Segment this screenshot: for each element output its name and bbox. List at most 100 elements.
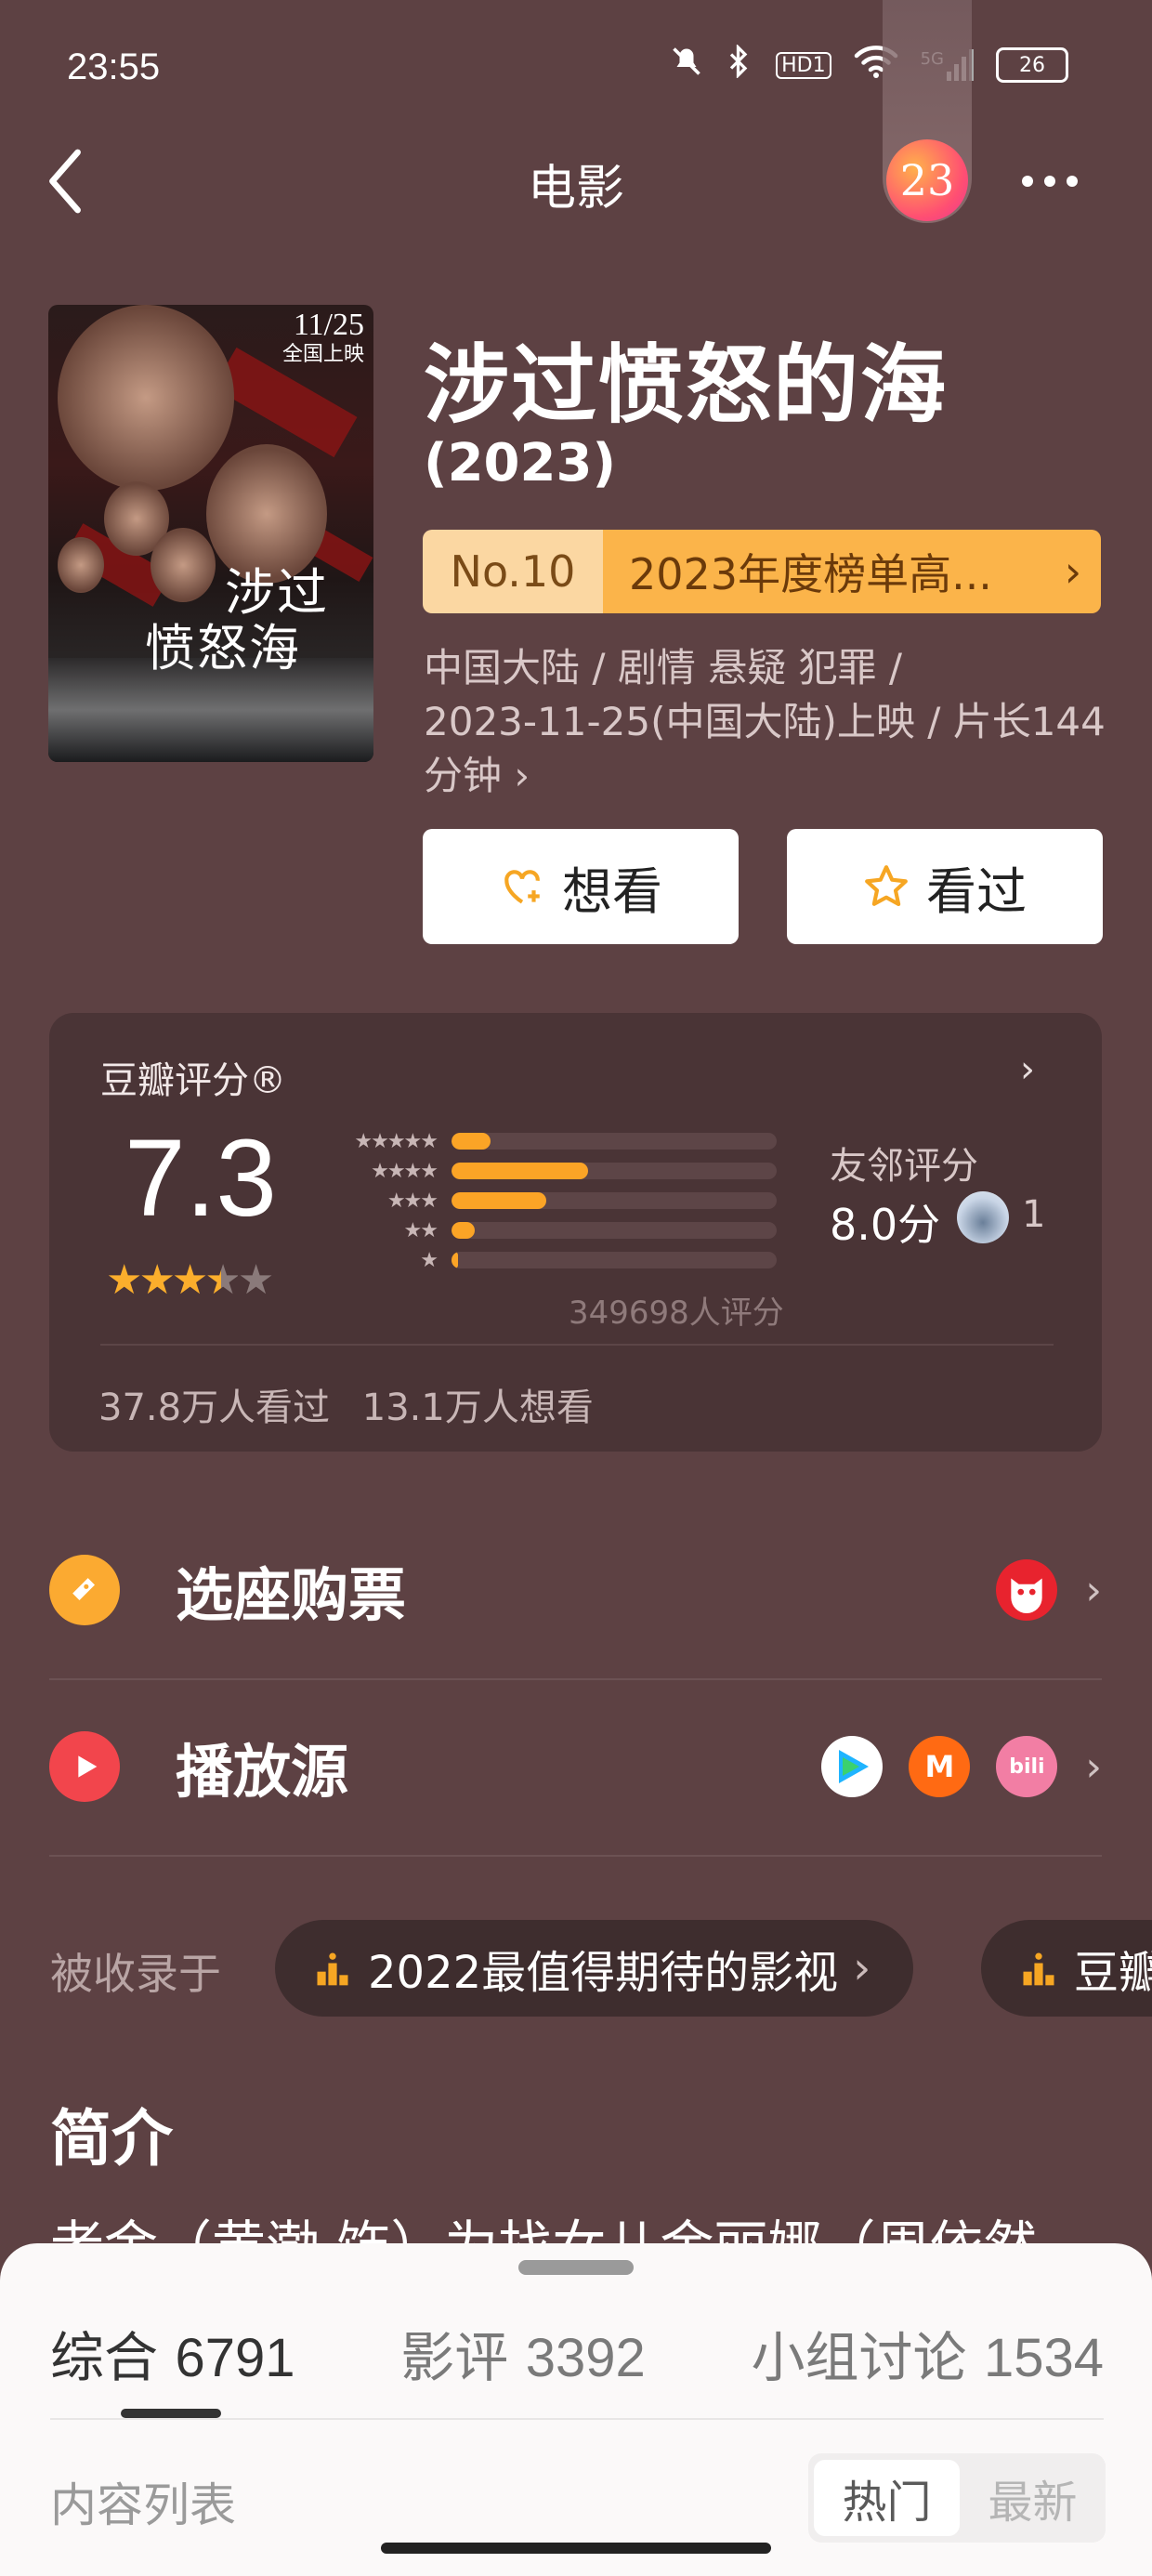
meta-line: 中国大陆 / 剧情 悬疑 犯罪 / — [424, 645, 903, 690]
movie-title: 涉过愤怒的海 — [424, 335, 949, 435]
poster-date: 11/25 全国上映 — [282, 309, 364, 366]
chevron-right-icon: › — [853, 1942, 871, 1994]
heart-plus-icon — [504, 870, 540, 904]
ticket-icon — [49, 1555, 120, 1625]
podium-icon — [317, 1952, 348, 1986]
chevron-right-icon: › — [1045, 530, 1101, 613]
content-list-label: 内容列表 — [50, 2478, 236, 2532]
play-icon — [49, 1731, 120, 1802]
more-button[interactable] — [1013, 158, 1087, 204]
star-icon: ★ — [138, 1256, 176, 1304]
rating-distribution: ★★★★★ ★★★★ ★★★ ★★ ★ — [325, 1126, 780, 1275]
rating-label: 豆瓣评分® — [100, 1059, 286, 1102]
rating-bar-track — [452, 1252, 777, 1268]
battery-icon: 26 — [996, 47, 1068, 83]
collection-chip[interactable]: 豆瓣 — [981, 1920, 1152, 2017]
poster-date-text: 11/25 — [293, 308, 364, 342]
star-icon: ★ — [171, 1256, 209, 1304]
sort-toggle: 热门 最新 — [808, 2453, 1106, 2543]
movie-year: (2023) — [424, 433, 617, 493]
friend-rating-label: 友邻评分 — [830, 1145, 978, 1188]
tencent-video-logo-icon — [821, 1736, 884, 1797]
tab-count: 6791 — [175, 2328, 295, 2388]
meta-line: 分钟 › — [424, 753, 530, 798]
play-source-row[interactable]: 播放源 M bili › — [49, 1678, 1102, 1857]
mango-tv-logo-icon: M — [909, 1736, 971, 1797]
tab-count: 1534 — [983, 2328, 1104, 2388]
rating-bar-track — [452, 1192, 777, 1209]
tab-overview[interactable]: 综合 6791 — [50, 2314, 295, 2392]
tab-group-discussions[interactable]: 小组讨论 1534 — [752, 2314, 1104, 2392]
watched-button[interactable]: 看过 — [787, 829, 1103, 944]
rank-number: No.10 — [423, 530, 603, 613]
tab-indicator — [121, 2409, 221, 2418]
chevron-right-icon: › — [1020, 1048, 1035, 1091]
rating-bar-row: ★★ — [325, 1216, 780, 1245]
rating-bar-fill — [452, 1252, 458, 1268]
poster-title: 涉过 愤怒海 — [145, 563, 329, 677]
sheet-tabs: 综合 6791 影评 3392 小组讨论 1534 — [50, 2314, 1104, 2392]
collection-chip-label: 2022最值得期待的影视 — [368, 1947, 839, 1999]
bilibili-logo-icon: bili — [996, 1736, 1058, 1797]
sort-hot-button[interactable]: 热门 — [814, 2460, 960, 2536]
bar-star-level: ★★★★ — [371, 1159, 439, 1183]
rating-bar-fill — [452, 1163, 588, 1179]
bar-star-level: ★★ — [403, 1218, 439, 1242]
page-title: 电影 — [527, 161, 624, 217]
meta-line: 2023-11-25(中国大陆)上映 / 片长144 — [424, 699, 1106, 744]
watched-label: 看过 — [926, 861, 1027, 921]
ticket-row[interactable]: 选座购票 › — [49, 1502, 1102, 1680]
wishlist-count: 13.1万人想看 — [361, 1387, 594, 1429]
chevron-right-icon: › — [1085, 1566, 1102, 1614]
bluetooth-icon — [726, 44, 753, 85]
watched-count: 37.8万人看过 — [98, 1387, 331, 1429]
rating-bar-track — [452, 1163, 777, 1179]
ticket-label: 选座购票 — [176, 1561, 407, 1629]
rating-bar-fill — [452, 1133, 491, 1150]
friend-count: 1 — [1022, 1193, 1046, 1236]
divider — [100, 1344, 1054, 1346]
mute-icon — [670, 45, 703, 85]
star-icon — [865, 865, 908, 907]
rating-bar-row: ★★★★★ — [325, 1126, 780, 1156]
movie-poster[interactable]: 11/25 全国上映 涉过 愤怒海 — [48, 305, 373, 762]
friend-avatar[interactable] — [957, 1191, 1009, 1243]
podium-icon — [1023, 1952, 1054, 1986]
hd-icon: HD1 — [776, 51, 831, 79]
poster-title-line: 涉过 — [225, 563, 329, 622]
bar-star-level: ★★★★★ — [354, 1129, 439, 1153]
star-icon: ★ — [106, 1256, 143, 1304]
battery-level: 26 — [1019, 53, 1045, 77]
star-icon: ★ — [237, 1256, 275, 1304]
sheet-handle[interactable] — [518, 2260, 634, 2275]
collection-chip-label: 豆瓣 — [1074, 1947, 1152, 1999]
poster-release-note: 全国上映 — [281, 342, 364, 365]
movie-meta[interactable]: 中国大陆 / 剧情 悬疑 犯罪 / 2023-11-25(中国大陆)上映 / 片… — [424, 641, 1111, 803]
want-to-watch-button[interactable]: 想看 — [423, 829, 739, 944]
home-indicator[interactable] — [381, 2543, 771, 2554]
chevron-right-icon: › — [1085, 1742, 1102, 1791]
tab-reviews[interactable]: 影评 3392 — [400, 2314, 645, 2392]
friend-rating-score: 8.0分 — [830, 1200, 941, 1250]
rating-bar-row: ★ — [325, 1245, 780, 1275]
floating-avatar[interactable]: 23 — [886, 139, 968, 221]
more-dot — [1067, 176, 1078, 187]
rating-score: 7.3 — [124, 1117, 278, 1240]
rank-text: 2023年度榜单高... — [603, 530, 1045, 613]
sort-new-button[interactable]: 最新 — [960, 2460, 1106, 2536]
collection-chip[interactable]: 2022最值得期待的影视 › — [275, 1920, 914, 2017]
divider — [50, 2418, 1104, 2420]
play-source-label: 播放源 — [176, 1738, 349, 1806]
collected-label: 被收录于 — [50, 1949, 221, 1999]
tab-label: 影评 — [400, 2326, 509, 2389]
poster-title-line: 愤怒海 — [145, 619, 301, 677]
avatar-text: 23 — [899, 155, 955, 205]
tab-label: 综合 — [50, 2326, 159, 2389]
maoyan-logo-icon — [996, 1559, 1058, 1621]
ranking-badge[interactable]: No.10 2023年度榜单高... › — [423, 530, 1101, 613]
more-dot — [1022, 176, 1033, 187]
more-dot — [1044, 176, 1055, 187]
want-label: 想看 — [562, 861, 662, 921]
rating-stars: ★★★★★ — [106, 1256, 275, 1304]
bar-star-level: ★ — [420, 1248, 439, 1272]
